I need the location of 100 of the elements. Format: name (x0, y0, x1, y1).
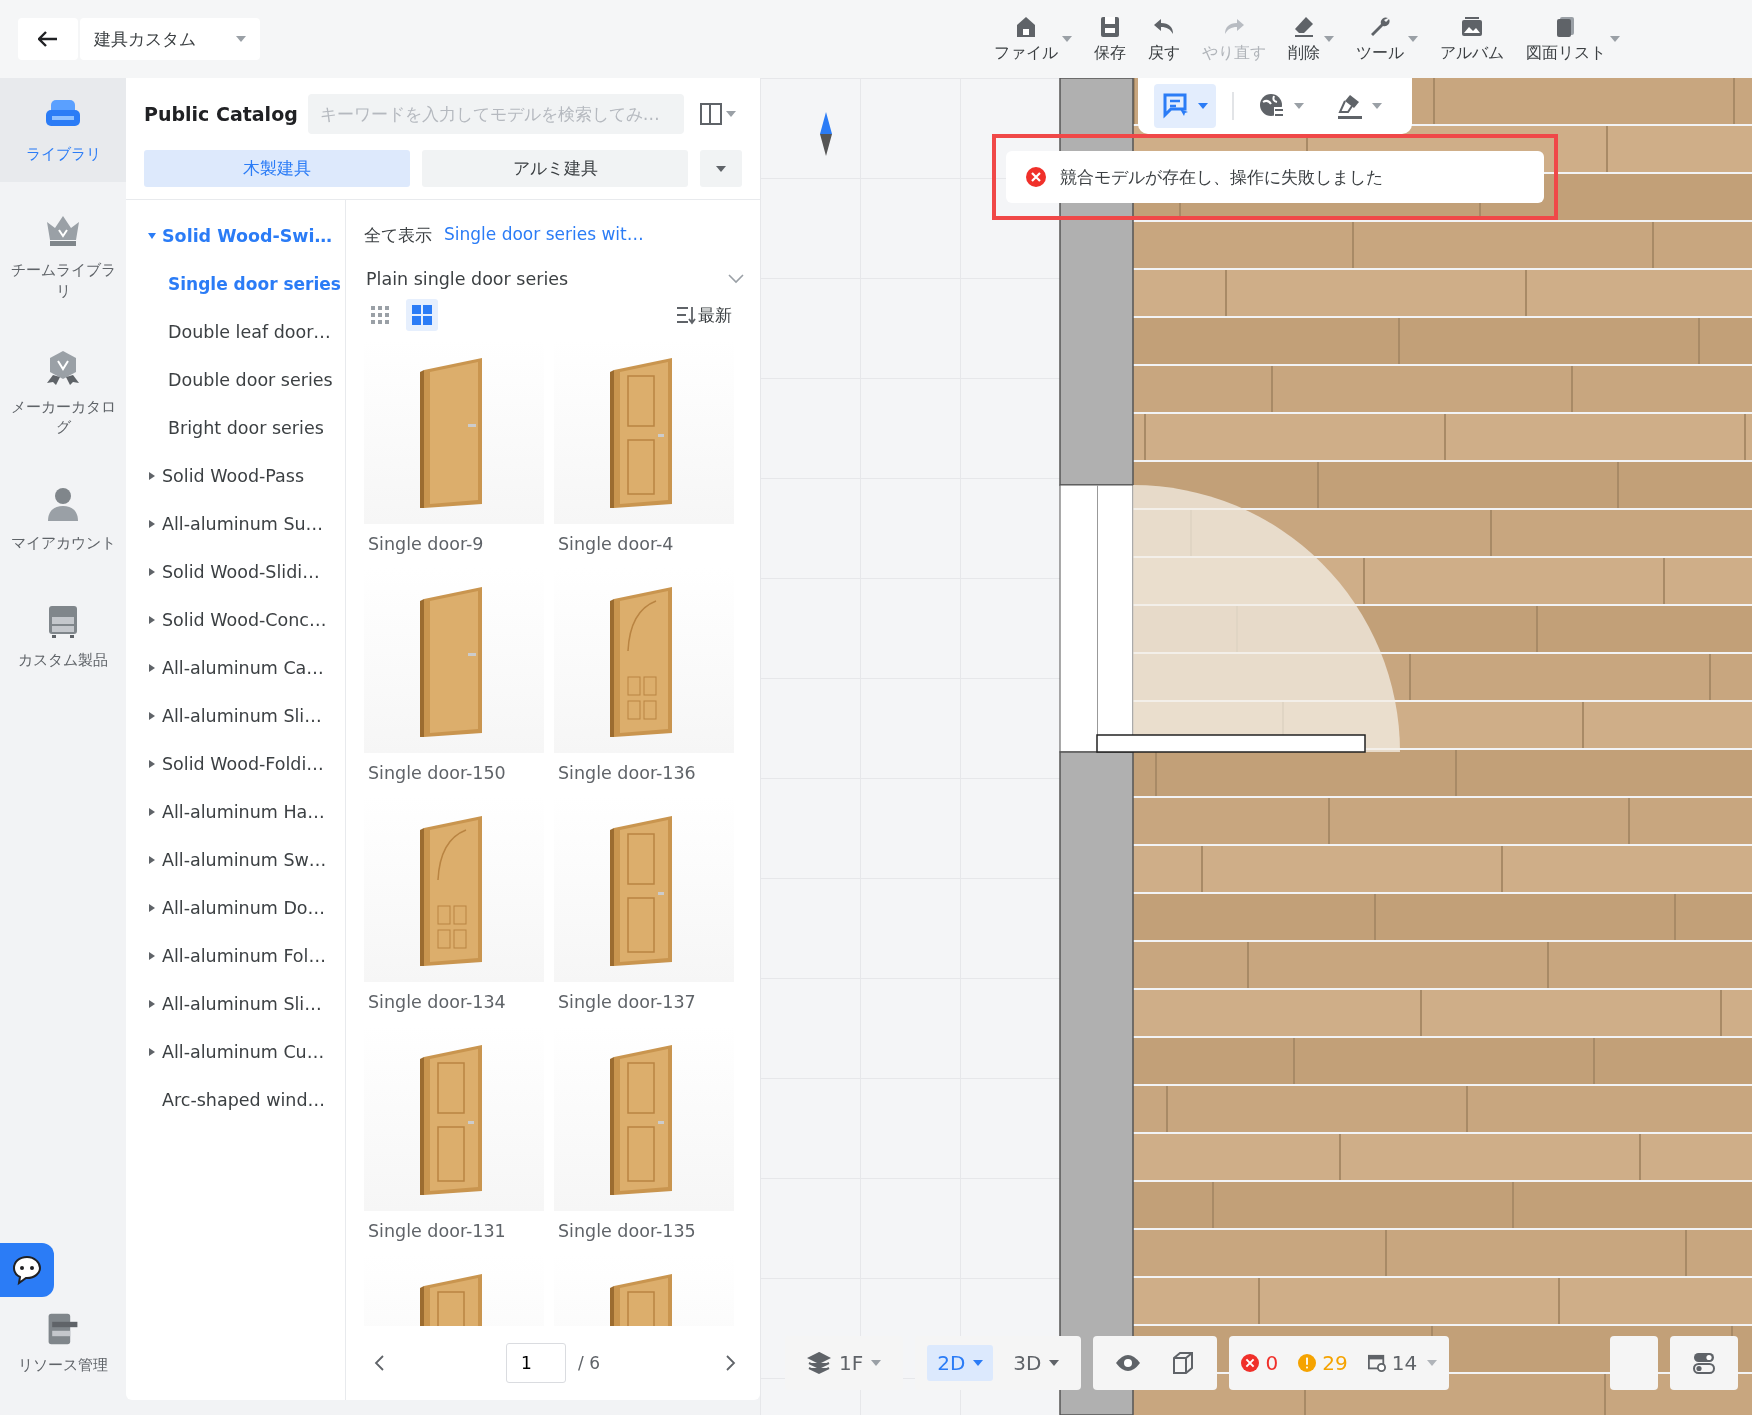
back-button[interactable] (18, 18, 78, 60)
compass-icon (820, 112, 832, 156)
error-count: 0 (1241, 1351, 1279, 1375)
window-check-icon (1367, 1354, 1386, 1372)
tree-item[interactable]: Solid Wood-Foldi… (126, 740, 345, 788)
chevron-left-icon (374, 1355, 384, 1371)
caret-icon (973, 1360, 984, 1366)
house-icon (1014, 14, 1038, 39)
nav-item[interactable]: チームライブラリ (0, 194, 126, 319)
tree-item[interactable]: All-aluminum Do… (126, 884, 345, 932)
chevron-right-icon (726, 1355, 736, 1371)
toolbar-button[interactable]: 保存 (1090, 14, 1130, 64)
caret-icon (1427, 1360, 1438, 1366)
collapsed-triangle-icon (148, 856, 156, 864)
collapsed-triangle-icon (148, 472, 156, 480)
caret-icon (726, 111, 736, 117)
caret-icon (1062, 36, 1072, 42)
collapsed-triangle-icon (148, 568, 156, 576)
toolbar-button[interactable]: 図面リスト (1522, 14, 1624, 64)
caret-icon (1198, 103, 1208, 109)
view-mode-button[interactable] (406, 299, 438, 331)
item-count: 14 (1367, 1351, 1418, 1375)
error-icon (1026, 167, 1046, 187)
tree-item[interactable]: Solid Wood-Slidi… (126, 548, 345, 596)
tree-item[interactable]: Arc-shaped wind… (126, 1076, 345, 1124)
chevron-down-icon (728, 274, 744, 284)
collapsed-triangle-icon (148, 808, 156, 816)
error-icon (1241, 1354, 1260, 1372)
chat-button[interactable] (0, 1243, 54, 1297)
collapsed-triangle-icon (148, 664, 156, 672)
collapsed-triangle-icon (148, 712, 156, 720)
sort-button[interactable]: 最新 (670, 302, 738, 328)
tree-item[interactable]: All-aluminum Fol… (126, 932, 345, 980)
tree-item[interactable]: Single door series (126, 260, 345, 308)
tree-item[interactable]: All-aluminum Sli… (126, 692, 345, 740)
split-panel-icon (700, 103, 722, 125)
page-total: / 6 (578, 1353, 600, 1373)
toolbar-button[interactable]: アルバム (1436, 14, 1508, 64)
tree-item[interactable]: All-aluminum Cu… (126, 1028, 345, 1076)
large-grid-icon (412, 305, 432, 325)
tree-item[interactable]: All-aluminum Sli… (126, 980, 345, 1028)
search-field[interactable]: キーワードを入力してモデルを検索してみ… (307, 94, 684, 134)
toolbar-button[interactable]: 戻す (1144, 14, 1184, 64)
layers-icon (807, 1351, 831, 1375)
toolbar-button[interactable]: 削除 (1284, 14, 1338, 64)
tree-item[interactable]: All-aluminum Sw… (126, 836, 345, 884)
tree-item[interactable]: All-aluminum Ca… (126, 644, 345, 692)
nav-item[interactable]: マイアカウント (0, 467, 126, 572)
panel-title: Public Catalog (144, 103, 298, 125)
floor-selector[interactable]: 1F (797, 1345, 892, 1381)
category-tab[interactable]: アルミ建具 (422, 150, 688, 187)
caret-icon (1049, 1360, 1060, 1366)
tree-item[interactable]: Double door series (126, 356, 345, 404)
toast-message: 競合モデルが存在し、操作に失敗しました (1060, 165, 1383, 189)
select-list-icon (1162, 92, 1190, 120)
collapsed-triangle-icon (148, 616, 156, 624)
brush-icon (1336, 92, 1364, 120)
series-dropdown[interactable]: Plain single door series (364, 261, 746, 297)
tree-item[interactable]: All-aluminum Ha… (126, 788, 345, 836)
toggle-switches-icon (1692, 1351, 1716, 1375)
view-toggle[interactable]: 3D (1003, 1345, 1070, 1381)
breadcrumb-current[interactable]: Single door series wit… (444, 224, 644, 247)
caret-icon (716, 165, 726, 172)
caret-icon (1408, 36, 1418, 42)
caret-icon (1372, 103, 1382, 109)
tree-item[interactable]: Solid Wood-Pass (126, 452, 345, 500)
nav-item[interactable]: メーカーカタログ (0, 330, 126, 456)
caret-icon (1294, 103, 1304, 109)
toolbar-button[interactable]: ツール (1352, 14, 1422, 64)
page-input[interactable]: 1 (506, 1343, 566, 1383)
caret-icon (1610, 36, 1620, 42)
tree-item[interactable]: All-aluminum Su… (126, 500, 345, 548)
eraser-icon (1292, 14, 1316, 39)
collapsed-triangle-icon (148, 1048, 156, 1056)
cube-icon (1171, 1351, 1196, 1375)
breadcrumb-root[interactable]: 全て表示 (364, 224, 432, 247)
tree-item[interactable]: Solid Wood-Swi… (126, 212, 345, 260)
collapsed-triangle-icon (148, 760, 156, 768)
tree-item[interactable]: Solid Wood-Conc… (126, 596, 345, 644)
collapsed-triangle-icon (148, 520, 156, 528)
small-grid-icon (370, 305, 390, 325)
warning-count: 29 (1298, 1351, 1348, 1375)
chat-bubble-icon (11, 1254, 43, 1286)
collapsed-triangle-icon (148, 1000, 156, 1008)
nav-item[interactable]: カスタム製品 (0, 583, 126, 688)
back-arrow-icon (38, 31, 58, 47)
canvas-tool-button[interactable] (1154, 84, 1216, 128)
caret-icon (871, 1360, 882, 1366)
tree-item[interactable]: Double leaf door… (126, 308, 345, 356)
collapsed-triangle-icon (148, 952, 156, 960)
warning-icon (1298, 1354, 1317, 1372)
tree-item[interactable]: Bright door series (126, 404, 345, 452)
sort-icon (676, 305, 696, 325)
caret-icon (236, 36, 246, 42)
picture-icon (1460, 14, 1484, 39)
project-dropdown[interactable]: 建具カスタム (80, 18, 260, 60)
collapsed-triangle-icon (148, 904, 156, 912)
toolbar-button[interactable]: ファイル (990, 14, 1076, 64)
eye-icon (1115, 1354, 1142, 1372)
caret-icon (1324, 36, 1334, 42)
